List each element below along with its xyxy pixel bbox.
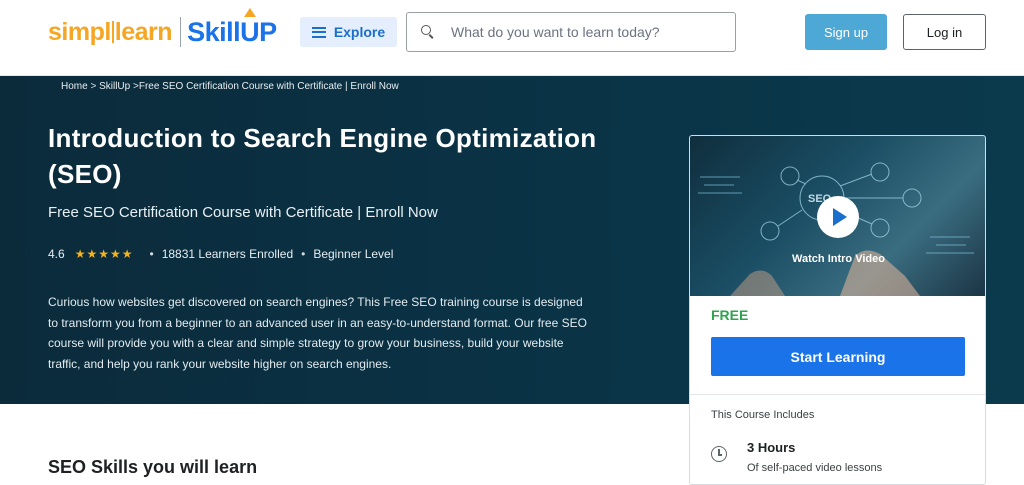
rating-value: 4.6 [48,247,65,261]
meta-separator: • [149,247,154,261]
play-icon[interactable] [817,196,859,238]
course-hours-detail: Of self-paced video lessons [747,462,883,474]
search-input[interactable] [451,24,731,40]
learners-count: 18831 Learners Enrolled [161,247,294,261]
course-card: SEO Watch Intro Video FREE Start Learnin… [689,135,986,485]
page-subtitle: Free SEO Certification Course with Certi… [48,204,438,221]
page-title: Introduction to Search Engine Optimizati… [48,123,597,189]
login-button[interactable]: Log in [903,14,986,50]
explore-label: Explore [333,24,386,40]
includes-heading: This Course Includes [711,409,815,421]
logo-simpli-text: simpl [48,17,111,46]
clock-icon [711,446,727,462]
logo-up-label: UP [240,16,277,47]
breadcrumb-home[interactable]: Home [61,81,88,92]
course-level: Beginner Level [313,247,394,261]
breadcrumb-current: Free SEO Certification Course with Certi… [138,81,399,92]
logo-skill-word: Skill [187,16,241,47]
logo-up-word: UP [240,7,277,47]
intro-video-thumbnail[interactable]: SEO Watch Intro Video [690,136,985,296]
meta-separator: • [301,247,306,261]
search-box[interactable] [406,12,736,52]
search-icon [421,25,435,39]
signup-button[interactable]: Sign up [805,14,887,50]
logo-learn-text: learn [114,17,173,46]
up-arrow-icon [244,7,257,17]
course-hours: 3 Hours [747,440,796,455]
explore-button[interactable]: Explore [300,17,397,47]
start-learning-button[interactable]: Start Learning [711,337,965,376]
logo-bar-mark [111,21,114,43]
star-rating-icon: ★★★★★ [74,247,134,261]
breadcrumb: Home > SkillUp >Free SEO Certification C… [61,81,399,92]
simplilearn-skillup-logo[interactable]: simpl learn Skill UP [48,7,277,50]
card-divider [690,394,985,395]
breadcrumb-skillup[interactable]: SkillUp [99,81,130,92]
skills-section-title: SEO Skills you will learn [48,457,258,477]
site-header: simpllearn SkillUP Explore Sign up Log i… [0,0,1024,76]
course-meta: 4.6 ★★★★★ • 18831 Learners Enrolled • Be… [48,247,393,261]
video-label: Watch Intro Video [792,253,885,265]
price-label: FREE [711,307,749,323]
logo-skill-text: Skill UP [187,7,277,48]
course-description: Curious how websites get discovered on s… [48,295,587,371]
hamburger-icon [311,26,326,38]
logo-separator [180,17,182,47]
